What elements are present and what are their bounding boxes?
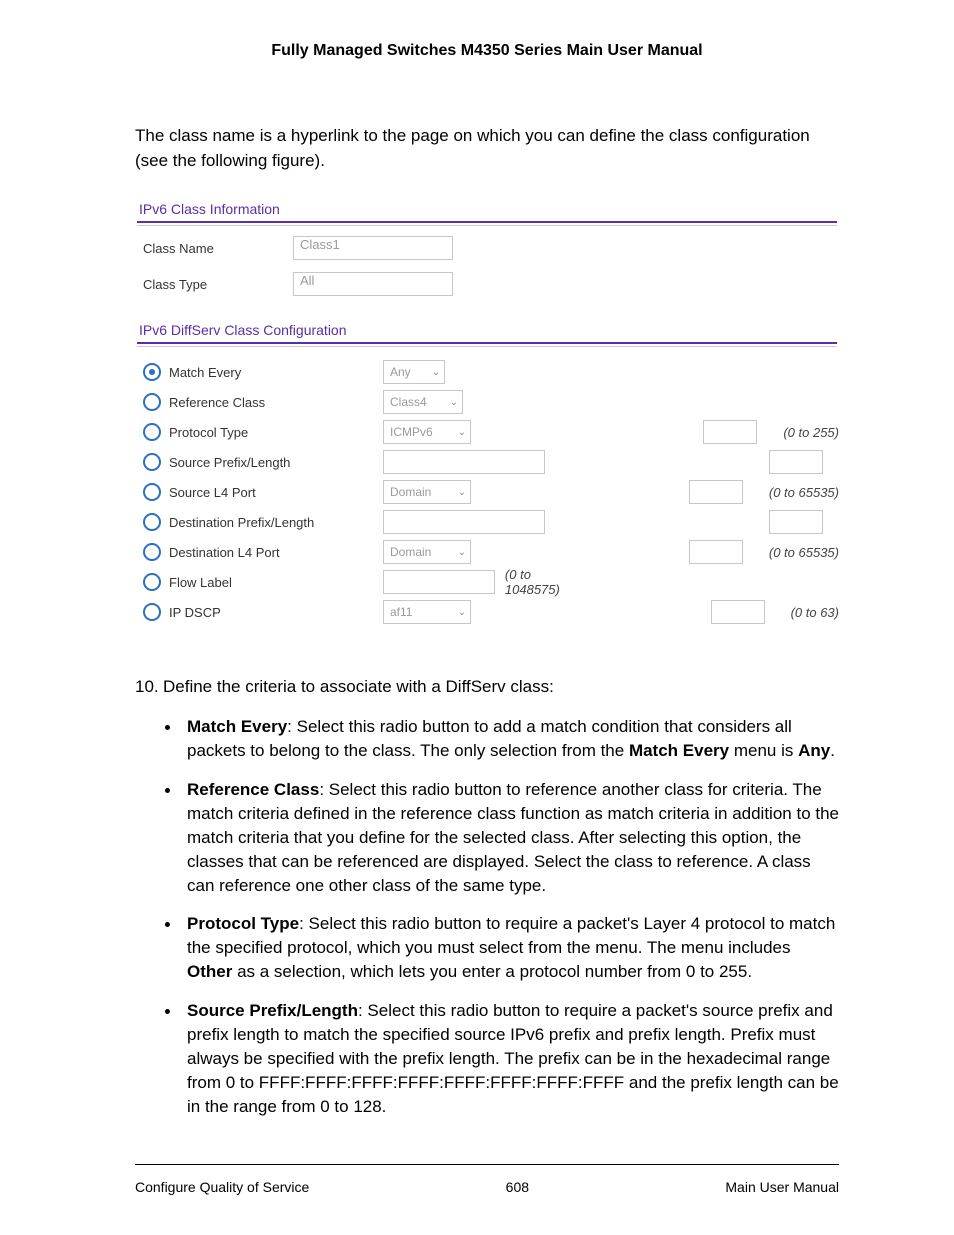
intro-paragraph: The class name is a hyperlink to the pag… — [135, 124, 839, 173]
source-l4-input[interactable] — [689, 480, 743, 504]
footer-right: Main User Manual — [725, 1179, 839, 1195]
step-number: 10. — [135, 677, 163, 697]
radio-icon — [143, 603, 161, 621]
select-value: Domain — [390, 485, 458, 499]
destination-l4-select[interactable]: Domain ⌄ — [383, 540, 471, 564]
bullet-reference-class: Reference Class: Select this radio butto… — [159, 778, 839, 913]
radio-label: Destination Prefix/Length — [169, 515, 314, 530]
radio-destination-prefix[interactable]: Destination Prefix/Length — [143, 513, 383, 531]
protocol-value-input[interactable] — [703, 420, 757, 444]
radio-label: Protocol Type — [169, 425, 248, 440]
radio-label: Reference Class — [169, 395, 265, 410]
destination-prefix-input[interactable] — [383, 510, 545, 534]
reference-class-select[interactable]: Class4 ⌄ — [383, 390, 463, 414]
doc-title: Fully Managed Switches M4350 Series Main… — [135, 42, 839, 60]
select-value: Domain — [390, 545, 458, 559]
destination-l4-input[interactable] — [689, 540, 743, 564]
radio-icon — [143, 543, 161, 561]
chevron-down-icon: ⌄ — [458, 487, 466, 498]
radio-protocol-type[interactable]: Protocol Type — [143, 423, 383, 441]
chevron-down-icon: ⌄ — [432, 367, 440, 378]
source-prefix-input[interactable] — [383, 450, 545, 474]
radio-icon — [143, 423, 161, 441]
radio-icon — [143, 573, 161, 591]
range-hint: (0 to 65535) — [769, 485, 839, 500]
radio-icon — [143, 513, 161, 531]
chevron-down-icon: ⌄ — [450, 397, 458, 408]
radio-source-l4-port[interactable]: Source L4 Port — [143, 483, 383, 501]
select-value: ICMPv6 — [390, 425, 458, 439]
ip-dscp-input[interactable] — [711, 600, 765, 624]
divider — [137, 225, 837, 226]
panel1-title: IPv6 Class Information — [139, 201, 839, 217]
radio-source-prefix[interactable]: Source Prefix/Length — [143, 453, 383, 471]
radio-icon — [143, 393, 161, 411]
chevron-down-icon: ⌄ — [458, 427, 466, 438]
source-l4-select[interactable]: Domain ⌄ — [383, 480, 471, 504]
bullet-match-every: Match Every: Select this radio button to… — [159, 715, 839, 777]
match-every-select[interactable]: Any ⌄ — [383, 360, 445, 384]
ipv6-diffserv-config-panel: IPv6 DiffServ Class Configuration Match … — [135, 322, 839, 627]
flow-label-input[interactable] — [383, 570, 495, 594]
ip-dscp-select[interactable]: af11 ⌄ — [383, 600, 471, 624]
bullet-source-prefix-length: Source Prefix/Length: Select this radio … — [159, 999, 839, 1134]
radio-label: IP DSCP — [169, 605, 221, 620]
radio-label: Match Every — [169, 365, 241, 380]
chevron-down-icon: ⌄ — [458, 607, 466, 618]
class-type-input[interactable]: All — [293, 272, 453, 296]
destination-prefix-length-input[interactable] — [769, 510, 823, 534]
page-footer: Configure Quality of Service 608 Main Us… — [135, 1164, 839, 1195]
range-hint: (0 to 1048575) — [505, 567, 563, 597]
radio-ip-dscp[interactable]: IP DSCP — [143, 603, 383, 621]
ipv6-class-info-panel: IPv6 Class Information Class Name Class1… — [135, 201, 839, 296]
radio-icon — [143, 453, 161, 471]
radio-destination-l4-port[interactable]: Destination L4 Port — [143, 543, 383, 561]
radio-reference-class[interactable]: Reference Class — [143, 393, 383, 411]
panel2-title: IPv6 DiffServ Class Configuration — [139, 322, 839, 338]
range-hint: (0 to 63) — [791, 605, 839, 620]
source-prefix-length-input[interactable] — [769, 450, 823, 474]
class-name-input[interactable]: Class1 — [293, 236, 453, 260]
footer-left: Configure Quality of Service — [135, 1179, 309, 1195]
radio-label: Flow Label — [169, 575, 232, 590]
radio-label: Destination L4 Port — [169, 545, 280, 560]
class-type-label: Class Type — [143, 277, 293, 292]
bullet-protocol-type: Protocol Type: Select this radio button … — [159, 912, 839, 998]
criteria-list: Match Every: Select this radio button to… — [159, 715, 839, 1133]
divider — [137, 342, 837, 344]
protocol-type-select[interactable]: ICMPv6 ⌄ — [383, 420, 471, 444]
radio-icon — [143, 483, 161, 501]
radio-icon — [143, 363, 161, 381]
range-hint: (0 to 65535) — [769, 545, 839, 560]
chevron-down-icon: ⌄ — [458, 547, 466, 558]
step-text: Define the criteria to associate with a … — [163, 677, 554, 697]
radio-label: Source Prefix/Length — [169, 455, 290, 470]
radio-label: Source L4 Port — [169, 485, 256, 500]
select-value: af11 — [390, 605, 458, 619]
select-value: Any — [390, 365, 432, 379]
radio-flow-label[interactable]: Flow Label — [143, 573, 383, 591]
divider — [137, 346, 837, 347]
divider — [135, 1164, 839, 1165]
select-value: Class4 — [390, 395, 450, 409]
step-10: 10. Define the criteria to associate wit… — [135, 677, 839, 697]
footer-page-number: 608 — [506, 1179, 529, 1195]
range-hint: (0 to 255) — [783, 425, 839, 440]
radio-match-every[interactable]: Match Every — [143, 363, 383, 381]
class-name-label: Class Name — [143, 241, 293, 256]
divider — [137, 221, 837, 223]
